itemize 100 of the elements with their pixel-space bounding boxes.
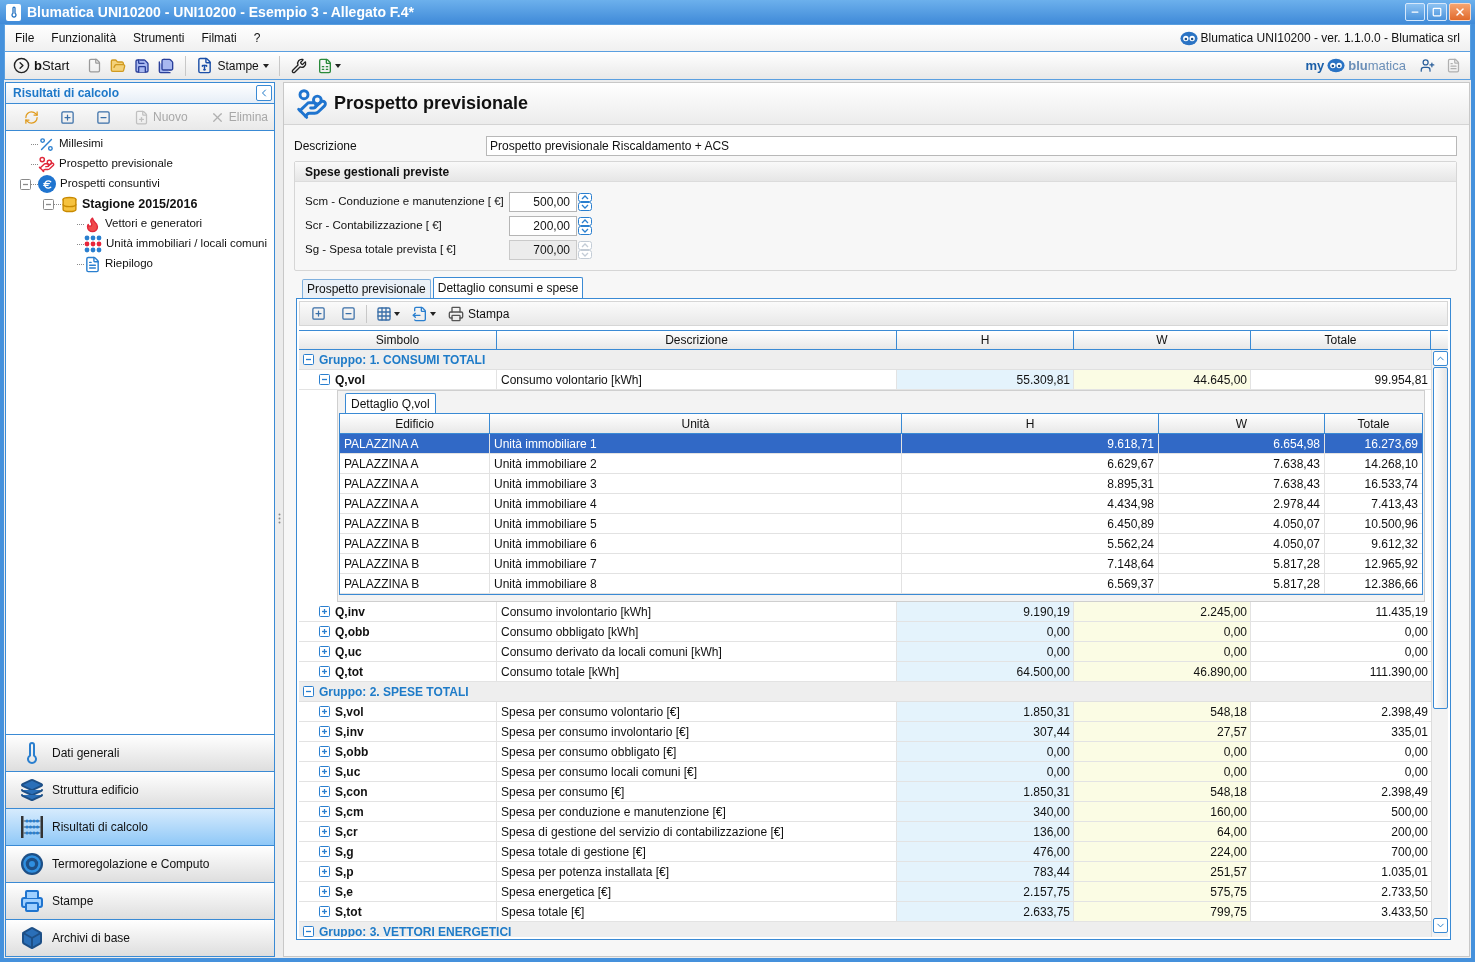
column-header[interactable]: W — [1074, 331, 1251, 349]
text-document-icon[interactable] — [196, 57, 214, 74]
table-icon[interactable] — [376, 305, 392, 322]
column-header[interactable]: Totale — [1251, 331, 1431, 349]
caret-icon[interactable] — [262, 63, 269, 68]
grip-icon[interactable] — [277, 513, 281, 525]
dot-grid-icon — [84, 235, 102, 253]
refresh-icon[interactable] — [23, 109, 39, 125]
table-row[interactable]: PALAZZINA B Unità immobiliare 6 5.562,24 4.050,07 9.612,32 — [340, 534, 1422, 554]
caret-icon[interactable] — [394, 311, 400, 316]
number-field[interactable]: 200,00 — [509, 216, 577, 236]
tab[interactable]: Prospetto previsionale — [302, 279, 431, 298]
tree-item[interactable]: Vettori e generatori — [105, 215, 203, 233]
table-row[interactable]: PALAZZINA B Unità immobiliare 5 6.450,89 4.050,07 10.500,96 — [340, 514, 1422, 534]
tree-item[interactable]: Millesimi — [59, 135, 104, 153]
nav-item[interactable]: Struttura edificio — [6, 771, 274, 808]
maximize-icon[interactable] — [1432, 7, 1442, 17]
brand-link[interactable]: my blumatica — [1305, 55, 1406, 76]
nav-item[interactable]: Archivi di base — [6, 919, 274, 956]
plus-box-icon[interactable] — [319, 806, 330, 817]
plus-box-icon[interactable] — [319, 646, 330, 657]
plus-box-icon[interactable] — [319, 906, 330, 917]
plus-box-icon[interactable] — [319, 606, 330, 617]
minus-box-icon[interactable] — [319, 374, 330, 385]
row-symbol: S,obb — [335, 743, 369, 761]
close-icon[interactable] — [1454, 6, 1466, 18]
print-button[interactable]: Stampa — [447, 303, 511, 324]
table-row[interactable]: PALAZZINA A Unità immobiliare 1 9.618,71 6.654,98 16.273,69 — [340, 434, 1422, 454]
plus-box-icon[interactable] — [319, 766, 330, 777]
plus-box-icon[interactable] — [319, 666, 330, 677]
tree-item[interactable]: Stagione 2015/2016 — [82, 194, 198, 214]
table-row[interactable]: PALAZZINA B Unità immobiliare 7 7.148,64 5.817,28 12.965,92 — [340, 554, 1422, 574]
minus-box-icon[interactable] — [20, 178, 31, 190]
table-cell-text: 12.386,66 — [1363, 575, 1419, 593]
plus-box-icon[interactable] — [319, 846, 330, 857]
table-row[interactable]: PALAZZINA A Unità immobiliare 2 6.629,67 7.638,43 14.268,10 — [340, 454, 1422, 474]
tree-item[interactable]: Prospetti consuntivi — [60, 175, 160, 193]
minus-box-icon[interactable] — [303, 354, 314, 365]
table-row[interactable]: PALAZZINA A Unità immobiliare 3 8.895,31 7.638,43 16.533,74 — [340, 474, 1422, 494]
number-field[interactable]: 500,00 — [509, 192, 577, 212]
table-cell: 4.050,07 — [1159, 534, 1325, 553]
minus-box-icon[interactable] — [43, 198, 54, 210]
plus-box-icon[interactable] — [319, 706, 330, 717]
caret-icon[interactable] — [430, 311, 436, 316]
plus-box-icon[interactable] — [319, 886, 330, 897]
print-menu-button[interactable]: Stampe — [194, 54, 271, 77]
table-row[interactable]: PALAZZINA A Unità immobiliare 4 4.434,98 2.978,44 7.413,43 — [340, 494, 1422, 514]
spinner-arrows-icon[interactable] — [578, 193, 592, 211]
menu-item[interactable]: Filmati — [195, 28, 243, 48]
maximize-button[interactable] — [1427, 3, 1447, 21]
minus-box-icon[interactable] — [303, 926, 314, 937]
plus-box-icon[interactable] — [319, 866, 330, 877]
text-field[interactable]: Prospetto previsionale Riscaldamento + ACS — [486, 135, 1457, 156]
plus-box-icon[interactable] — [319, 826, 330, 837]
chevron-circle-icon[interactable] — [13, 57, 30, 74]
spreadsheet-icon[interactable] — [316, 57, 333, 74]
start-button[interactable]: bStart — [11, 54, 72, 77]
tree-item[interactable]: Riepilogo — [105, 255, 153, 273]
column-header[interactable]: Simbolo — [299, 331, 497, 349]
column-header[interactable]: Descrizione — [497, 331, 897, 349]
printer-icon[interactable] — [448, 305, 464, 322]
column-header[interactable]: H — [902, 414, 1159, 433]
detail-tab[interactable]: Dettaglio Q,vol — [345, 393, 436, 413]
menu-item[interactable]: File — [9, 28, 41, 48]
plus-box-icon[interactable] — [319, 786, 330, 797]
menu-item[interactable]: Funzionalità — [45, 28, 123, 48]
row-symbol: Q,inv — [335, 603, 365, 621]
plus-box-icon[interactable] — [59, 109, 75, 125]
nav-item[interactable]: Termoregolazione e Computo — [6, 845, 274, 882]
caret-icon[interactable] — [334, 63, 341, 68]
tree-item[interactable]: Unità immobiliari / locali comuni — [106, 235, 268, 253]
column-header[interactable]: Edificio — [340, 414, 490, 433]
row-symbol: S,p — [335, 863, 354, 881]
plus-box-icon[interactable] — [319, 626, 330, 637]
spinner-arrows-icon[interactable] — [578, 217, 592, 235]
plus-box-icon[interactable] — [319, 726, 330, 737]
menu-item[interactable]: Strumenti — [127, 28, 191, 48]
nav-item[interactable]: Risultati di calcolo — [6, 808, 274, 845]
nav-item[interactable]: Stampe — [6, 882, 274, 919]
column-header[interactable]: Unità — [490, 414, 902, 433]
export-icon[interactable] — [412, 305, 428, 322]
tree-item[interactable]: Prospetto previsionale — [59, 155, 173, 173]
group-row[interactable]: Gruppo: 1. CONSUMI TOTALI — [299, 350, 1431, 370]
close-button[interactable] — [1449, 3, 1471, 21]
table-row[interactable]: PALAZZINA B Unità immobiliare 8 6.569,37 5.817,28 12.386,66 — [340, 574, 1422, 594]
app-icon — [6, 3, 21, 21]
minus-box-icon[interactable] — [95, 109, 111, 125]
column-header[interactable]: Totale — [1325, 414, 1422, 433]
minimize-button[interactable] — [1405, 3, 1425, 21]
column-header[interactable]: W — [1159, 414, 1325, 433]
table-cell: Unità immobiliare 6 — [490, 534, 902, 553]
menu-item[interactable]: ? — [247, 28, 267, 48]
plus-box-icon[interactable] — [319, 746, 330, 757]
column-header[interactable]: H — [897, 331, 1074, 349]
tab[interactable]: Dettaglio consumi e spese — [432, 277, 584, 298]
scrollbar-thumb[interactable] — [1432, 367, 1448, 709]
group-row[interactable]: Gruppo: 2. SPESE TOTALI — [299, 682, 1431, 702]
table-cell: PALAZZINA A — [340, 494, 490, 513]
nav-item[interactable]: Dati generali — [6, 734, 274, 771]
minus-box-icon[interactable] — [303, 686, 314, 697]
